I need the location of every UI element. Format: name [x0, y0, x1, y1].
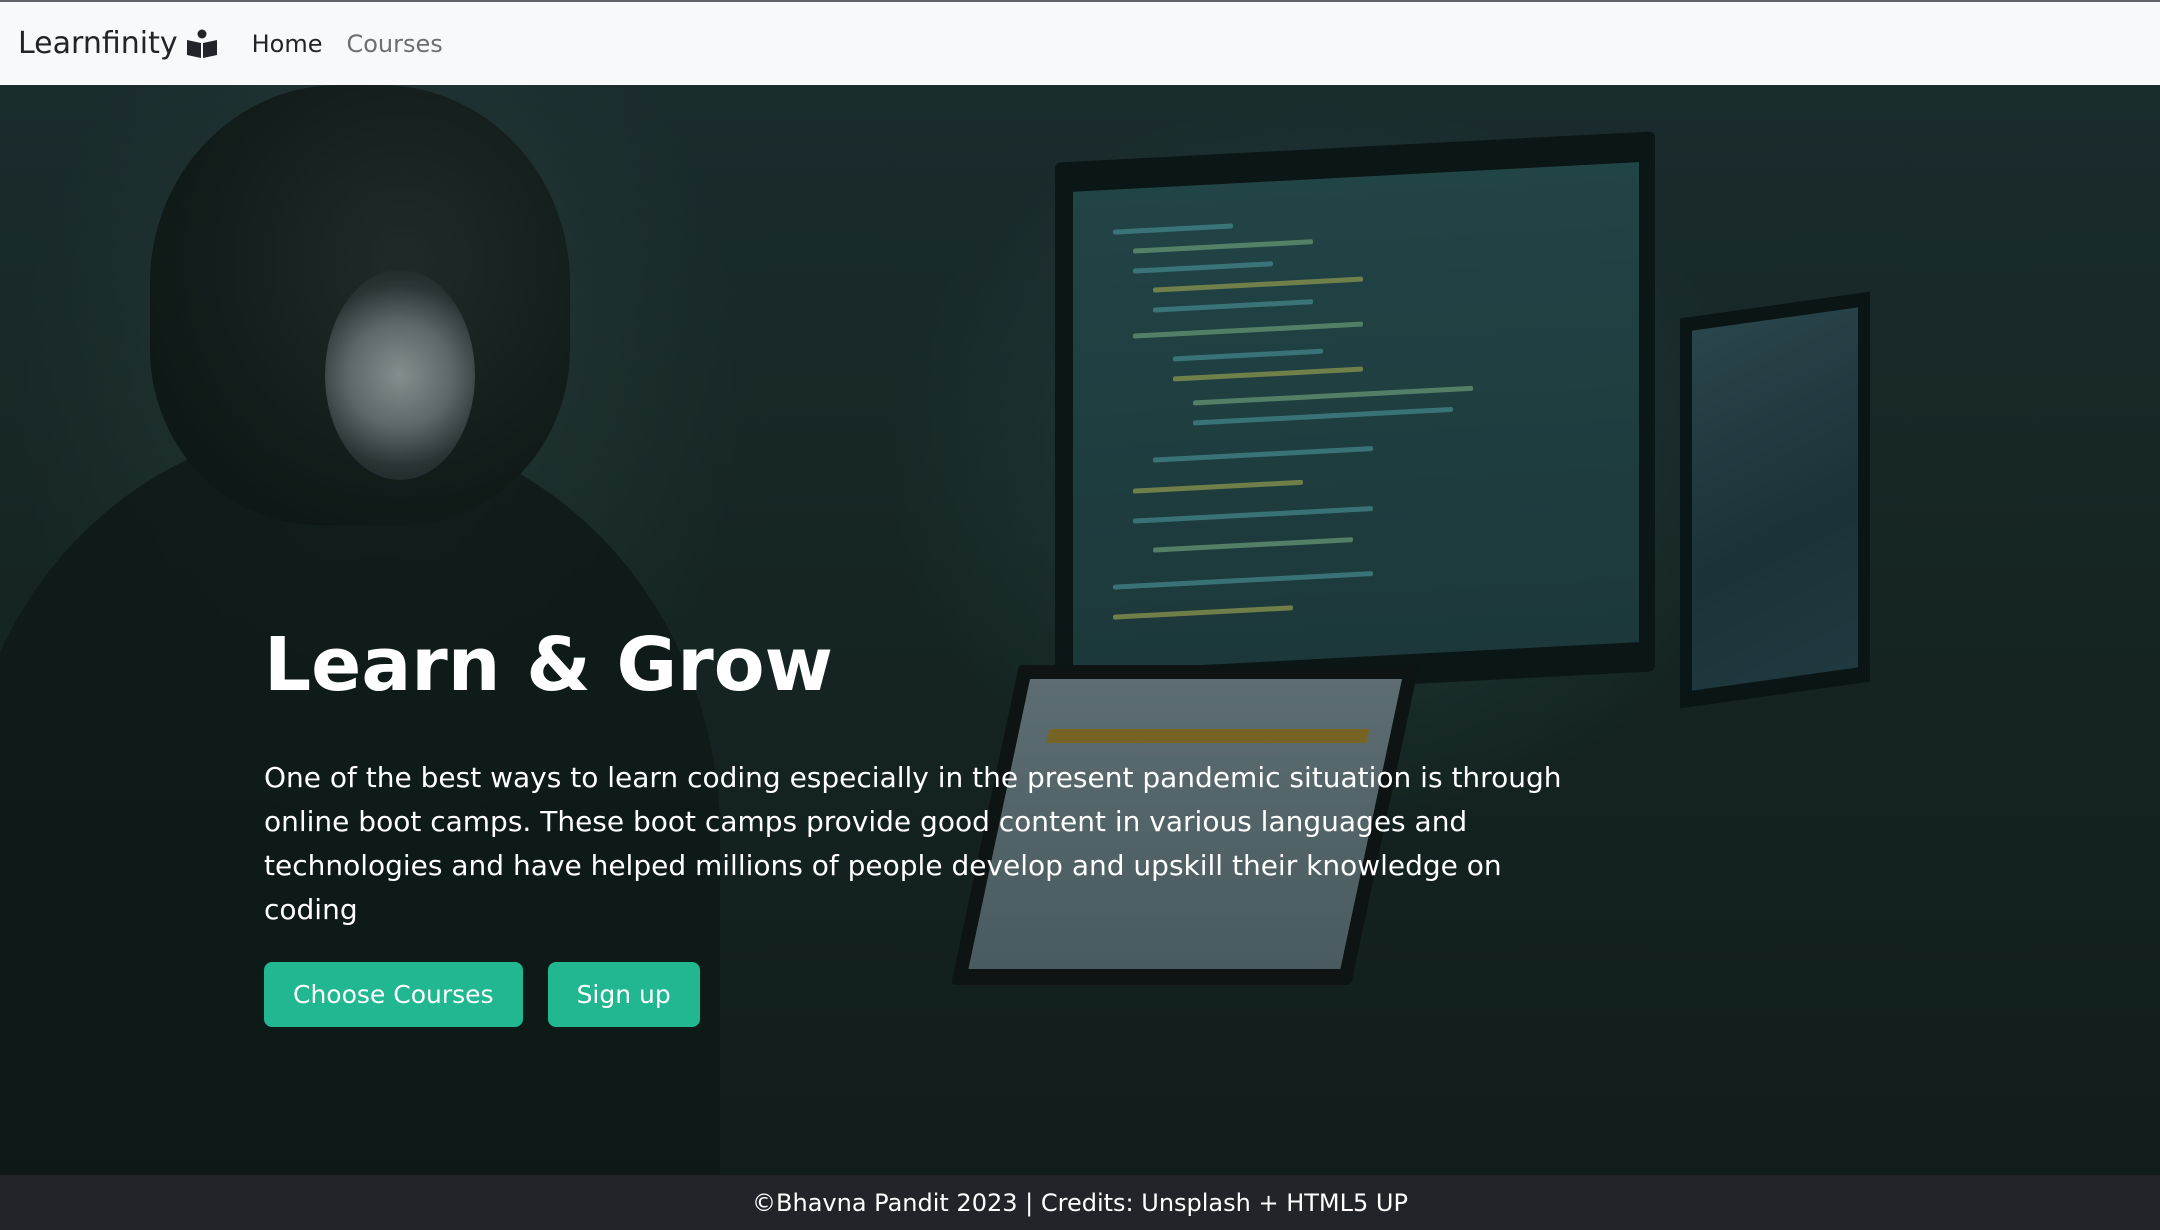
footer: ©Bhavna Pandit 2023 | Credits: Unsplash …	[0, 1175, 2160, 1230]
hero-button-row: Choose Courses Sign up	[264, 962, 1564, 1028]
navbar: Learnfinity Home Courses	[0, 0, 2160, 85]
choose-courses-button[interactable]: Choose Courses	[264, 962, 523, 1028]
brand-link[interactable]: Learnfinity	[18, 26, 218, 61]
nav-link-home[interactable]: Home	[252, 30, 323, 58]
brand-name: Learnfinity	[18, 26, 178, 61]
hero-content: Learn & Grow One of the best ways to lea…	[264, 622, 1564, 1028]
sign-up-button[interactable]: Sign up	[547, 962, 700, 1028]
hero-title: Learn & Grow	[264, 622, 833, 708]
hero-description: One of the best ways to learn coding esp…	[264, 761, 1562, 927]
nav-link-courses[interactable]: Courses	[346, 30, 442, 58]
book-reader-icon	[186, 29, 217, 58]
footer-credits: ©Bhavna Pandit 2023 | Credits: Unsplash …	[752, 1188, 1408, 1217]
hero-section: Learn & Grow One of the best ways to lea…	[0, 85, 2160, 1175]
